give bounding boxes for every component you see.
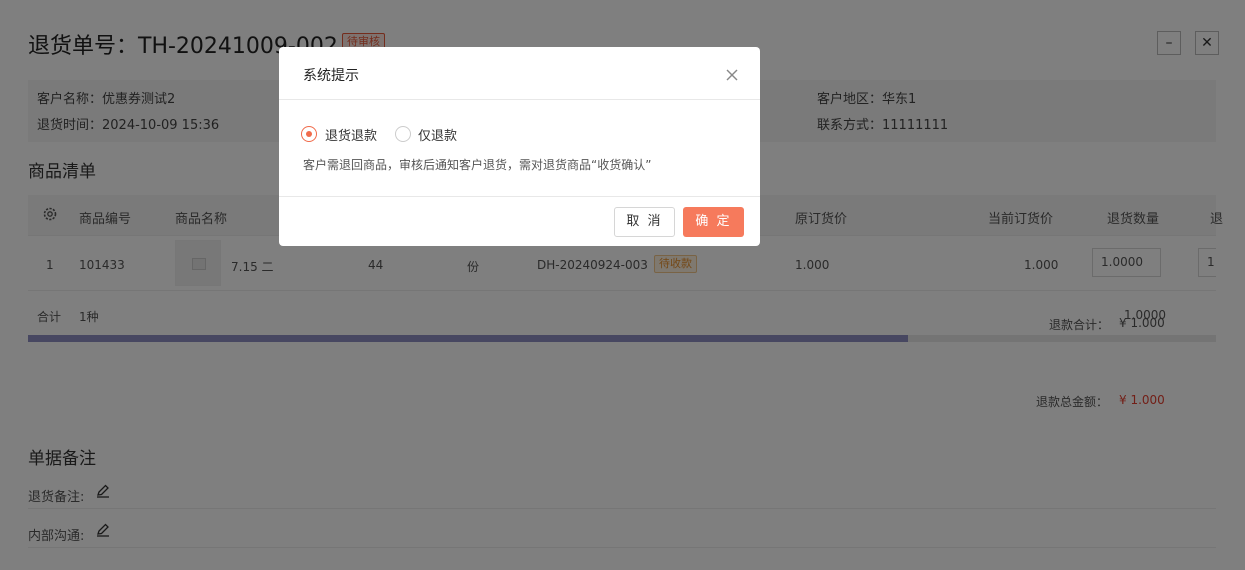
cancel-button[interactable]: 取 消: [614, 207, 675, 237]
radio-return-refund-label[interactable]: 退货退款: [325, 125, 377, 144]
confirm-button[interactable]: 确 定: [683, 207, 744, 237]
radio-refund-only[interactable]: [395, 126, 411, 142]
system-prompt-dialog: 系统提示 退货退款 仅退款 客户需退回商品，审核后通知客户退货，需对退货商品“收…: [279, 47, 760, 246]
dialog-description: 客户需退回商品，审核后通知客户退货，需对退货商品“收货确认”: [303, 158, 652, 172]
dialog-divider: [279, 99, 760, 100]
dialog-title: 系统提示: [303, 68, 359, 84]
radio-return-refund[interactable]: [301, 126, 317, 142]
radio-refund-only-label[interactable]: 仅退款: [418, 125, 457, 144]
close-icon[interactable]: [724, 67, 740, 83]
dialog-divider: [279, 196, 760, 197]
